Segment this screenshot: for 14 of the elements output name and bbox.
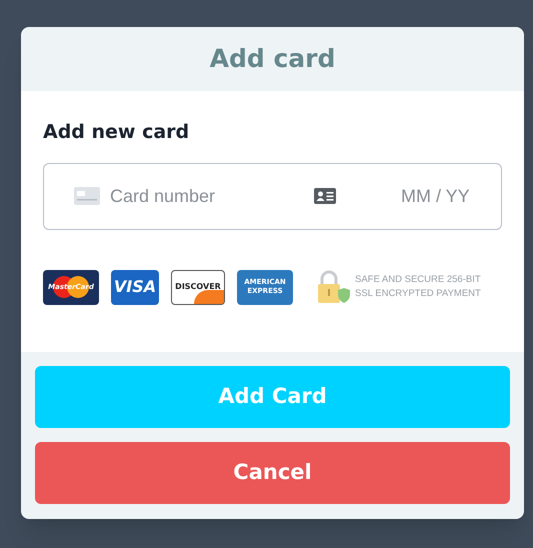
- visa-logo: VISA: [111, 270, 159, 304]
- cancel-button[interactable]: Cancel: [35, 442, 510, 504]
- id-card-icon: [314, 188, 336, 204]
- discover-logo: DISCOVER: [171, 270, 225, 304]
- card-number-input[interactable]: Card number: [110, 182, 300, 210]
- add-card-button[interactable]: Add Card: [35, 366, 510, 428]
- security-note: SAFE AND SECURE 256-BIT: [355, 273, 481, 287]
- padlock-shield-icon: [315, 270, 351, 304]
- expiry-input[interactable]: MM / YY: [401, 182, 481, 210]
- modal-title: Add card: [210, 43, 336, 76]
- card-icon: [74, 187, 100, 205]
- card-input-field[interactable]: Card number MM / YY: [43, 162, 502, 230]
- security-note: SSL ENCRYPTED PAYMENT: [355, 287, 481, 301]
- section-heading: Add new card: [43, 120, 190, 145]
